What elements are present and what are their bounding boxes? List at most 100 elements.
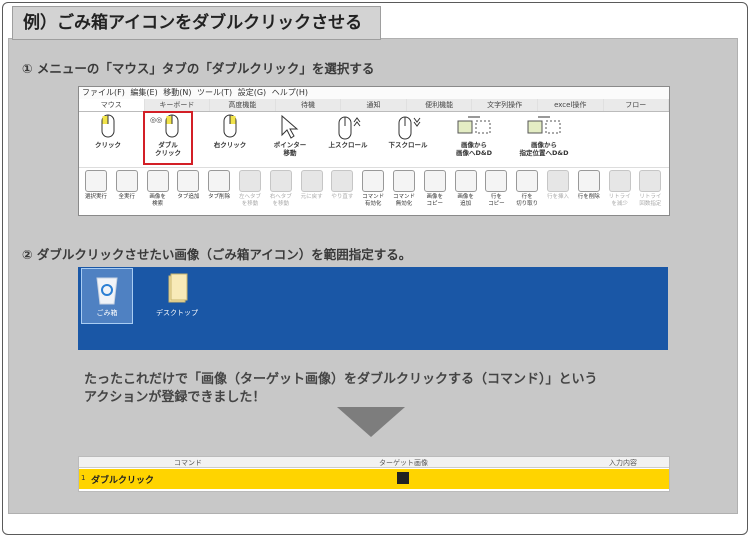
table-row[interactable]: 1 ダブルクリック: [79, 469, 669, 489]
toolbar-label: 元に戻す: [300, 194, 323, 200]
pointer-move-button[interactable]: ポインター 移動: [261, 113, 319, 163]
toolbar-button-0[interactable]: 選択実行: [82, 170, 110, 201]
toolbar-label: やり直す: [331, 194, 354, 200]
menu-edit[interactable]: 編集(E): [130, 88, 157, 97]
toolbar-button-15[interactable]: 行を挿入: [544, 170, 572, 201]
mouse-right-icon: [201, 113, 259, 141]
toolbar-button-14[interactable]: 行を 切り取り: [513, 170, 541, 208]
scroll-up-button[interactable]: 上スクロール: [319, 113, 377, 163]
scroll-down-button[interactable]: 下スクロール: [379, 113, 437, 163]
table-header: コマンド ターゲット画像 入力内容: [79, 457, 669, 468]
toolbar-icon: [85, 170, 107, 192]
toolbar-button-6[interactable]: 右へタブ を移動: [267, 170, 295, 208]
step-1-text: ① メニューの「マウス」タブの「ダブルクリック」を選択する: [22, 61, 375, 76]
toolbar-label: リトライ 回数指定: [639, 194, 662, 207]
toolbar-button-2[interactable]: 画像を 検索: [144, 170, 172, 208]
toolbar-label: 行を コピー: [488, 194, 505, 207]
pointer-icon: [261, 113, 319, 141]
mouse-double-click-icon: ◎◎: [145, 113, 191, 141]
desktop-area: ごみ箱 デスクトップ: [78, 267, 668, 347]
toolbar-icon: [300, 170, 323, 192]
toolbar-button-16[interactable]: 行を削除: [575, 170, 603, 201]
caption-line-2: アクションが登録できました！: [84, 390, 266, 405]
drag-position-icon: [509, 113, 579, 141]
toolbar-button-7[interactable]: 元に戻す: [298, 170, 326, 201]
toolbar-label: 画像を 検索: [149, 194, 166, 207]
drag-image-to-position-button[interactable]: 画像から 指定位置へD&D: [509, 113, 579, 163]
toolbar-label: 行を 切り取り: [516, 194, 539, 207]
toolbar-button-12[interactable]: 画像を 追加: [452, 170, 480, 208]
desktop-folder-icon[interactable]: デスクトップ: [152, 272, 202, 318]
toolbar-icon: [547, 170, 569, 192]
toolbar-icon: [115, 170, 138, 192]
toolbar-button-11[interactable]: 画像を コピー: [421, 170, 449, 208]
toolbar-button-9[interactable]: コマンド 有効化: [359, 170, 387, 208]
tab-keyboard[interactable]: キーボード: [145, 99, 211, 111]
scroll-up-label: 上スクロール: [328, 141, 368, 149]
command-table: コマンド ターゲット画像 入力内容 1 ダブルクリック: [78, 456, 670, 492]
mouse-toolbar: クリック ◎◎ ダブル クリック 右クリック ポインター 移動 上スクロール 下…: [79, 111, 669, 165]
tab-advanced[interactable]: 高度機能: [210, 99, 276, 111]
command-toolbar: 選択実行 全実行 画像を 検索 タブ追加 タブ削除 左へタブ を移動 右へタブ を移動 元に戻…: [79, 167, 669, 214]
toolbar-label: 画像を 追加: [457, 194, 474, 207]
toolbar-label: 選択実行: [84, 194, 107, 200]
toolbar-button-13[interactable]: 行を コピー: [482, 170, 510, 208]
step-2-text: ② ダブルクリックさせたい画像（ごみ箱アイコン）を範囲指定する。: [22, 247, 412, 262]
row-number: 1: [81, 474, 86, 482]
pointer-move-label: ポインター 移動: [273, 141, 307, 157]
svg-text:◎◎: ◎◎: [150, 116, 162, 124]
tab-excel[interactable]: excel操作: [538, 99, 604, 111]
menu-file[interactable]: ファイル(F): [82, 88, 125, 97]
toolbar-icon: [485, 170, 508, 192]
toolbar-button-8[interactable]: やり直す: [328, 170, 356, 201]
page-title: 例）ごみ箱アイコンをダブルクリックさせる: [12, 6, 382, 40]
menu-tools[interactable]: ツール(T): [197, 88, 232, 97]
header-target-image: ターゲット画像: [379, 459, 428, 467]
toolbar-icon: [608, 170, 631, 192]
mouse-icon: [79, 113, 137, 141]
toolbar-icon: [516, 170, 539, 192]
toolbar-button-5[interactable]: 左へタブ を移動: [236, 170, 264, 208]
drag-image-to-position-label: 画像から 指定位置へD&D: [519, 141, 569, 157]
scroll-down-icon: [379, 113, 437, 141]
toolbar-icon: [177, 170, 200, 192]
drag-drop-icon: [443, 113, 505, 141]
tab-mouse[interactable]: マウス: [79, 99, 145, 111]
tab-flow[interactable]: フロー: [604, 99, 670, 111]
toolbar-button-10[interactable]: コマンド 無効化: [390, 170, 418, 208]
toolbar-label: コマンド 無効化: [392, 194, 415, 207]
toolbar-icon: [208, 170, 231, 192]
right-click-button[interactable]: 右クリック: [201, 113, 259, 163]
tab-wait[interactable]: 待機: [276, 99, 342, 111]
toolbar-label: 行を削除: [577, 194, 600, 200]
toolbar-label: 画像を コピー: [426, 194, 444, 207]
drag-image-to-image-button[interactable]: 画像から 画像へD&D: [443, 113, 505, 163]
desktop-folder-label: デスクトップ: [156, 309, 198, 317]
tab-string[interactable]: 文字列操作: [472, 99, 538, 111]
toolbar-button-18[interactable]: リトライ 回数指定: [636, 170, 664, 208]
toolbar-button-1[interactable]: 全実行: [113, 170, 141, 201]
header-input: 入力内容: [609, 459, 637, 467]
down-arrow-icon: [337, 407, 405, 437]
toolbar-icon: [423, 170, 446, 192]
double-click-button[interactable]: ◎◎ ダブル クリック: [143, 111, 193, 165]
menu-move[interactable]: 移動(N): [163, 88, 191, 97]
row-command: ダブルクリック: [91, 476, 155, 486]
toolbar-label: タブ削除: [208, 194, 231, 200]
recycle-bin-icon[interactable]: ごみ箱: [88, 272, 126, 318]
toolbar-label: タブ追加: [177, 194, 200, 200]
click-button[interactable]: クリック: [79, 113, 137, 163]
toolbar-button-17[interactable]: リトライ を減少: [606, 170, 634, 208]
tab-bar: マウス キーボード 高度機能 待機 通知 便利機能 文字列操作 excel操作 …: [79, 99, 670, 112]
menu-settings[interactable]: 設定(G): [238, 88, 266, 97]
toolbar-button-4[interactable]: タブ削除: [205, 170, 233, 201]
scroll-down-label: 下スクロール: [388, 141, 428, 149]
toolbar-button-3[interactable]: タブ追加: [174, 170, 202, 201]
toolbar-icon: [454, 170, 477, 192]
toolbar-label: 行を挿入: [546, 194, 569, 200]
tab-notify[interactable]: 通知: [341, 99, 407, 111]
tab-utility[interactable]: 便利機能: [407, 99, 473, 111]
menu-help[interactable]: ヘルプ(H): [272, 88, 308, 97]
toolbar-icon: [577, 170, 600, 192]
toolbar-label: 右へタブ を移動: [269, 194, 292, 207]
